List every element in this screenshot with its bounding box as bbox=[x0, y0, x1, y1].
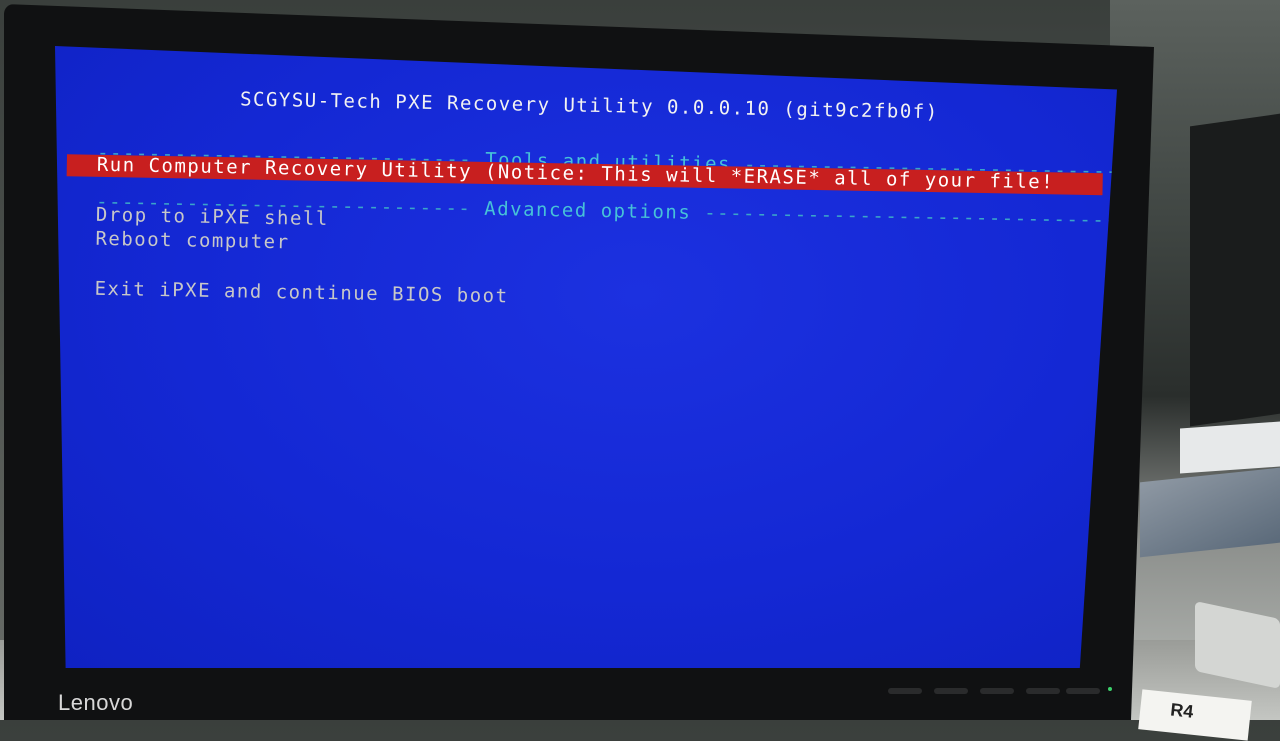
monitor-button[interactable] bbox=[888, 688, 922, 694]
page-title: SCGYSU-Tech PXE Recovery Utility 0.0.0.1… bbox=[239, 88, 939, 124]
paper-sheet bbox=[1180, 421, 1280, 474]
power-led-icon bbox=[1108, 687, 1112, 691]
book bbox=[1140, 467, 1280, 558]
monitor-button[interactable] bbox=[980, 688, 1014, 694]
menu-item-exit-ipxe[interactable]: Exit iPXE and continue BIOS boot bbox=[94, 277, 1117, 320]
monitor-button[interactable] bbox=[1026, 688, 1060, 694]
monitor-brand-logo: Lenovo bbox=[58, 690, 134, 715]
monitor-button[interactable] bbox=[934, 688, 968, 694]
monitor-power-button[interactable] bbox=[1066, 688, 1100, 694]
pxe-boot-screen: SCGYSU-Tech PXE Recovery Utility 0.0.0.1… bbox=[55, 46, 1117, 668]
adjacent-monitor bbox=[1190, 113, 1280, 427]
